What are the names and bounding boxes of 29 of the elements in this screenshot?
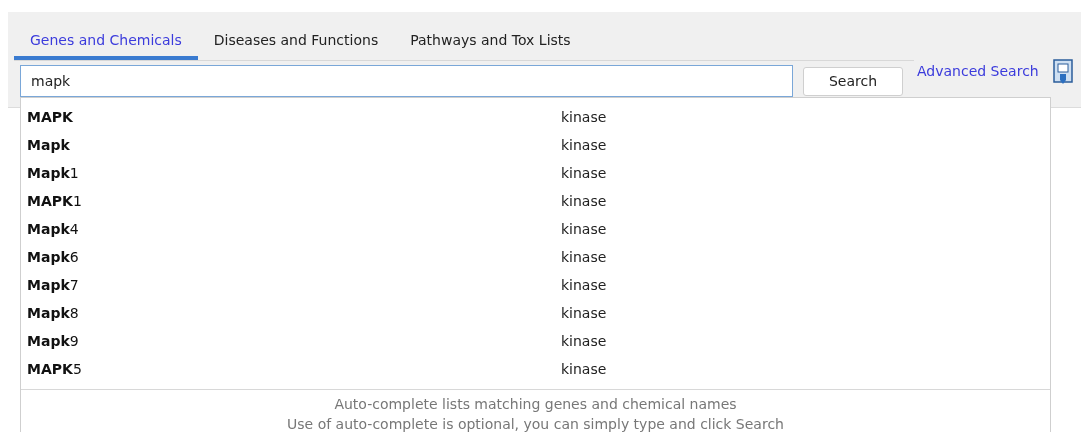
suggestion-type: kinase [561,277,607,293]
suggestion-name[interactable]: Mapk8 [27,305,561,321]
hint-text: Auto-complete lists matching genes and chemical names [334,396,737,412]
tab[interactable]: Pathways and Tox Lists [394,12,587,60]
suggestion-name[interactable]: Mapk4 [27,221,561,237]
advanced-search-link[interactable]: Advanced Search [917,63,1039,79]
suggestion-type: kinase [561,361,607,377]
tab[interactable]: Genes and Chemicals [14,12,198,60]
suggestion-type: kinase [561,109,607,125]
suggestion-name[interactable]: MAPK [27,109,561,125]
hint-text: Use of auto-complete is optional, you can simply type and click Search [287,416,784,432]
suggestion-name[interactable]: Mapk9 [27,333,561,349]
suggestion-name[interactable]: Mapk [27,137,561,153]
suggestion-type: kinase [561,249,607,265]
tab[interactable]: Diseases and Functions [197,12,395,60]
suggestion-name[interactable]: MAPK1 [27,193,561,209]
suggestion-name[interactable]: Mapk6 [27,249,561,265]
document-icon[interactable] [1052,59,1073,85]
suggestion-name[interactable]: Mapk1 [27,165,561,181]
suggestion-type: kinase [561,305,607,321]
suggestion-type: kinase [561,193,607,209]
search-field[interactable]: mapk [20,65,793,97]
search-button[interactable]: Search [803,66,903,96]
suggestion-name[interactable]: MAPK5 [27,361,561,377]
suggestion-name[interactable]: Mapk7 [27,277,561,293]
suggestion-type: kinase [561,165,607,181]
suggestion-type: kinase [561,333,607,349]
suggestion-type: kinase [561,137,607,153]
suggestion-type: kinase [561,221,607,237]
